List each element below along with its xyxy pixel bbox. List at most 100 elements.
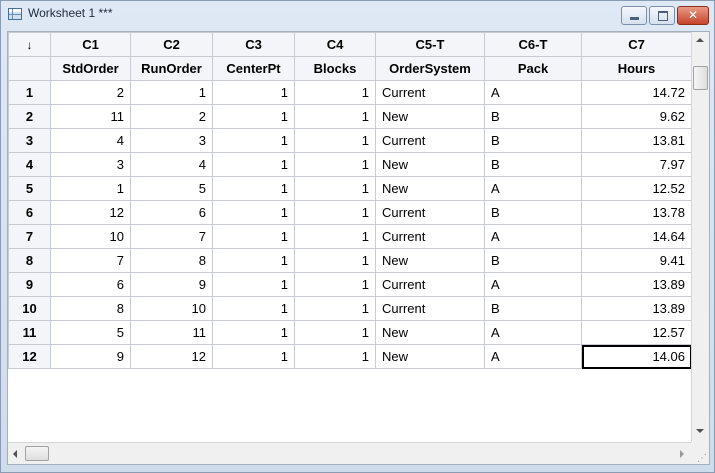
table-cell[interactable]: 13.89: [581, 296, 692, 321]
table-cell[interactable]: Current: [375, 296, 485, 321]
table-cell[interactable]: 13.89: [581, 272, 692, 297]
table-cell[interactable]: A: [484, 272, 582, 297]
table-cell[interactable]: A: [484, 176, 582, 201]
table-cell[interactable]: 1: [212, 224, 295, 249]
row-number-header[interactable]: 5: [8, 176, 51, 201]
table-cell[interactable]: B: [484, 128, 582, 153]
column-name-cell[interactable]: CenterPt: [212, 56, 295, 81]
table-cell[interactable]: New: [375, 104, 485, 129]
table-cell[interactable]: B: [484, 152, 582, 177]
table-cell[interactable]: 12.52: [581, 176, 692, 201]
table-cell[interactable]: 1: [212, 104, 295, 129]
table-cell[interactable]: 1: [212, 152, 295, 177]
column-id-header[interactable]: C5-T: [375, 32, 485, 57]
table-cell[interactable]: 14.64: [581, 224, 692, 249]
row-number-header[interactable]: 1: [8, 80, 51, 105]
table-cell[interactable]: 5: [50, 320, 131, 345]
vertical-scroll-thumb[interactable]: [693, 66, 708, 90]
table-cell[interactable]: New: [375, 344, 485, 369]
column-name-cell[interactable]: Pack: [484, 56, 582, 81]
table-cell[interactable]: 1: [294, 80, 376, 105]
table-cell[interactable]: 12: [50, 200, 131, 225]
column-id-header[interactable]: C4: [294, 32, 376, 57]
table-cell[interactable]: 4: [130, 152, 213, 177]
column-name-cell[interactable]: OrderSystem: [375, 56, 485, 81]
table-cell[interactable]: 1: [294, 104, 376, 129]
minimize-button[interactable]: [621, 6, 647, 25]
table-cell[interactable]: 4: [50, 128, 131, 153]
table-cell[interactable]: A: [484, 224, 582, 249]
table-cell[interactable]: B: [484, 104, 582, 129]
title-bar[interactable]: Worksheet 1 *** ✕: [1, 1, 714, 31]
table-cell[interactable]: Current: [375, 200, 485, 225]
table-cell[interactable]: 9: [50, 344, 131, 369]
selected-cell[interactable]: 14.06: [581, 344, 692, 369]
column-id-header[interactable]: C3: [212, 32, 295, 57]
column-name-cell[interactable]: Blocks: [294, 56, 376, 81]
column-name-cell[interactable]: StdOrder: [50, 56, 131, 81]
table-cell[interactable]: A: [484, 320, 582, 345]
table-cell[interactable]: 11: [50, 104, 131, 129]
row-number-header[interactable]: 10: [8, 296, 51, 321]
close-button[interactable]: ✕: [677, 6, 709, 25]
row-number-header[interactable]: 6: [8, 200, 51, 225]
table-cell[interactable]: 1: [212, 320, 295, 345]
table-cell[interactable]: New: [375, 248, 485, 273]
table-cell[interactable]: 12: [130, 344, 213, 369]
table-cell[interactable]: Current: [375, 80, 485, 105]
table-cell[interactable]: 13.81: [581, 128, 692, 153]
column-id-header[interactable]: C6-T: [484, 32, 582, 57]
table-cell[interactable]: 1: [212, 200, 295, 225]
horizontal-scroll-thumb[interactable]: [25, 446, 49, 461]
table-cell[interactable]: 3: [50, 152, 131, 177]
table-cell[interactable]: 1: [294, 296, 376, 321]
table-cell[interactable]: New: [375, 152, 485, 177]
table-cell[interactable]: New: [375, 320, 485, 345]
table-cell[interactable]: B: [484, 296, 582, 321]
column-id-header[interactable]: C2: [130, 32, 213, 57]
size-grip-icon[interactable]: [691, 442, 709, 464]
table-cell[interactable]: 1: [50, 176, 131, 201]
vertical-scrollbar[interactable]: [691, 32, 709, 442]
row-number-header[interactable]: 4: [8, 152, 51, 177]
horizontal-scrollbar[interactable]: [8, 442, 691, 464]
table-cell[interactable]: Current: [375, 272, 485, 297]
row-number-header[interactable]: 8: [8, 248, 51, 273]
scroll-left-arrow-icon[interactable]: [13, 450, 17, 458]
column-id-header[interactable]: C1: [50, 32, 131, 57]
table-cell[interactable]: 9.62: [581, 104, 692, 129]
table-cell[interactable]: 14.72: [581, 80, 692, 105]
table-cell[interactable]: 2: [50, 80, 131, 105]
row-number-header[interactable]: 7: [8, 224, 51, 249]
table-cell[interactable]: A: [484, 80, 582, 105]
table-cell[interactable]: 1: [294, 200, 376, 225]
table-cell[interactable]: 7: [130, 224, 213, 249]
table-cell[interactable]: 1: [294, 152, 376, 177]
table-cell[interactable]: 1: [294, 320, 376, 345]
table-cell[interactable]: 1: [294, 248, 376, 273]
table-cell[interactable]: 9: [130, 272, 213, 297]
table-cell[interactable]: 9.41: [581, 248, 692, 273]
scroll-up-arrow-icon[interactable]: [696, 38, 704, 42]
table-cell[interactable]: 1: [294, 224, 376, 249]
table-cell[interactable]: A: [484, 344, 582, 369]
table-cell[interactable]: 2: [130, 104, 213, 129]
scroll-down-arrow-icon[interactable]: [696, 429, 704, 433]
table-cell[interactable]: 8: [130, 248, 213, 273]
row-number-header[interactable]: 11: [8, 320, 51, 345]
table-cell[interactable]: 12.57: [581, 320, 692, 345]
table-cell[interactable]: 13.78: [581, 200, 692, 225]
table-cell[interactable]: 11: [130, 320, 213, 345]
table-cell[interactable]: 8: [50, 296, 131, 321]
table-cell[interactable]: B: [484, 248, 582, 273]
table-cell[interactable]: 1: [212, 80, 295, 105]
column-id-header[interactable]: C7: [581, 32, 692, 57]
data-direction-arrow-icon[interactable]: ↓: [8, 32, 51, 57]
scroll-right-arrow-icon[interactable]: [680, 450, 684, 458]
table-cell[interactable]: 1: [212, 128, 295, 153]
table-cell[interactable]: 7: [50, 248, 131, 273]
table-cell[interactable]: B: [484, 200, 582, 225]
table-cell[interactable]: 1: [294, 344, 376, 369]
column-name-row-header[interactable]: [8, 56, 51, 81]
table-cell[interactable]: 1: [130, 80, 213, 105]
